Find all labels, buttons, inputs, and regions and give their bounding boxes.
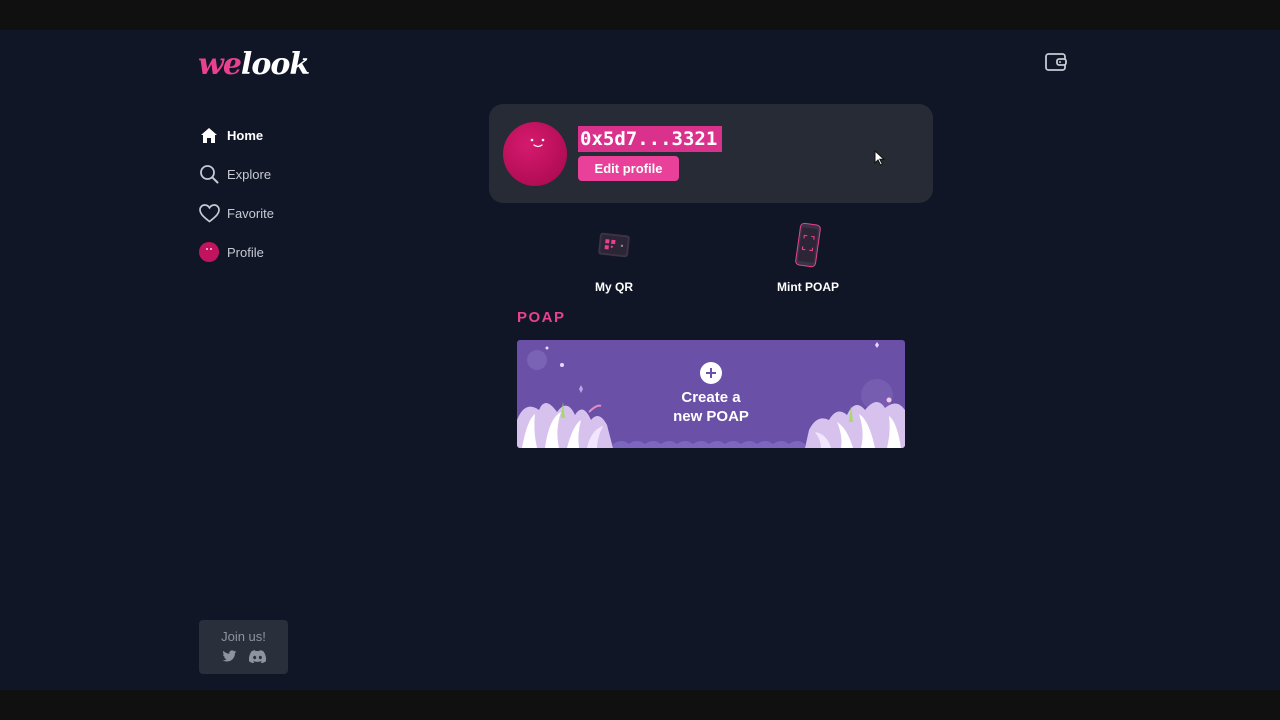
- sidebar-item-profile[interactable]: Profile: [198, 241, 274, 263]
- letterbox-top: [0, 0, 1280, 30]
- sidebar-item-label: Favorite: [227, 205, 274, 221]
- heart-icon: [198, 202, 220, 224]
- join-us-box: Join us!: [199, 620, 288, 674]
- profile-card: 0x5d7...3321 Edit profile: [489, 104, 933, 203]
- welook-logo[interactable]: welook: [198, 47, 310, 83]
- wallet-icon: [1045, 52, 1067, 76]
- edit-profile-button[interactable]: Edit profile: [578, 156, 679, 181]
- logo-look: look: [240, 47, 310, 82]
- home-icon: [198, 124, 220, 146]
- search-icon: [198, 163, 220, 185]
- sidebar-item-label: Home: [227, 127, 264, 143]
- create-poap-line2: new POAP: [673, 408, 749, 425]
- poap-section-title: POAP: [517, 309, 566, 326]
- plus-icon: [700, 362, 722, 384]
- letterbox-bottom: [0, 690, 1280, 720]
- wallet-address[interactable]: 0x5d7...3321: [578, 126, 723, 152]
- qr-card-icon: [559, 220, 669, 270]
- sidebar-item-label: Explore: [227, 166, 272, 182]
- create-poap-line1: Create a: [681, 389, 741, 406]
- mouse-cursor-icon: [874, 149, 886, 171]
- logo-we: we: [198, 47, 242, 82]
- profile-avatar[interactable]: [503, 122, 567, 186]
- sidebar-nav: Home Explore Favorite Profile: [198, 124, 274, 280]
- mint-poap-label: Mint POAP: [777, 280, 839, 294]
- join-us-title: Join us!: [221, 629, 266, 644]
- my-qr-label: My QR: [594, 280, 633, 294]
- avatar-icon: [198, 241, 220, 263]
- wallet-button[interactable]: [1043, 52, 1069, 76]
- app-window: welook Home Explore Favorite Profile Joi…: [0, 30, 1280, 690]
- create-poap-card[interactable]: Create a new POAP: [517, 340, 905, 448]
- sidebar-item-home[interactable]: Home: [198, 124, 274, 146]
- sidebar-item-explore[interactable]: Explore: [198, 163, 274, 185]
- twitter-icon[interactable]: [222, 650, 237, 663]
- discord-icon[interactable]: [248, 650, 266, 663]
- mint-poap-button[interactable]: Mint POAP: [753, 220, 863, 294]
- create-poap-content: Create a new POAP: [517, 362, 905, 426]
- sidebar-item-favorite[interactable]: Favorite: [198, 202, 274, 224]
- sidebar-item-label: Profile: [227, 244, 264, 260]
- my-qr-button[interactable]: My QR: [559, 220, 669, 294]
- phone-scan-icon: [753, 220, 863, 270]
- social-links: [199, 650, 288, 663]
- create-poap-label: Create a new POAP: [517, 388, 905, 426]
